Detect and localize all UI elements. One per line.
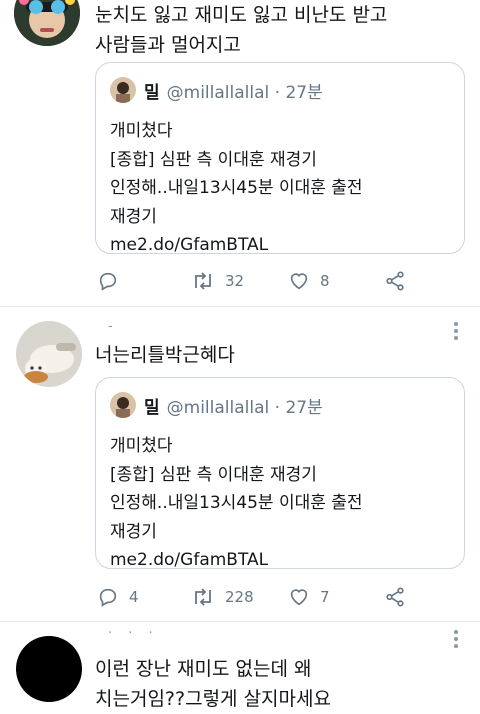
heart-icon: [290, 589, 308, 606]
retweet-button[interactable]: 32: [191, 267, 244, 295]
quoted-line: [종합] 심판 측 이대훈 재경기: [110, 464, 317, 485]
quoted-line: 재경기: [110, 206, 157, 227]
tweet-text-line: 치는거임??그렇게 살지마세요: [95, 688, 331, 710]
retweet-count: 228: [225, 588, 254, 606]
tweet-text-line: 너는리틀박근혜다: [95, 344, 235, 366]
share-icon: [386, 587, 404, 607]
share-button[interactable]: [384, 583, 406, 611]
share-button[interactable]: [384, 267, 406, 295]
quoted-tweet[interactable]: 밀 @millallallal · 27분 개미쳤다 [종합] 심판 측 이대훈…: [95, 62, 465, 255]
tweet-divider: [0, 306, 480, 307]
more-options-icon: [454, 630, 458, 634]
quoted-link[interactable]: me2.do/GfamBTAL: [110, 231, 363, 260]
quoted-line: 개미쳤다: [110, 121, 173, 141]
quoted-line: 인정해..내일13시45분 이대훈 출전: [110, 493, 363, 513]
avatar[interactable]: [16, 321, 82, 387]
tweet-text-line: 이런 장난 재미도 없는데 왜: [95, 658, 312, 680]
tweet-header-mark: · · ·: [108, 626, 159, 641]
tweet-actions: 4 228 7: [95, 583, 415, 611]
quoted-display-name: 밀: [144, 397, 160, 418]
like-count: 7: [320, 588, 330, 606]
quoted-link[interactable]: me2.do/GfamBTAL: [110, 546, 363, 575]
quoted-avatar: [110, 77, 136, 103]
tweet-header-mark: -: [108, 319, 113, 334]
reply-button[interactable]: 4: [97, 583, 139, 611]
more-dot: [454, 644, 458, 648]
quoted-tweet-body: 개미쳤다 [종합] 심판 측 이대훈 재경기 인정해..내일13시45분 이대훈…: [110, 117, 363, 260]
avatar[interactable]: [16, 636, 82, 702]
like-button[interactable]: 7: [288, 583, 330, 611]
tweet-text: 너는리틀박근혜다: [95, 340, 235, 370]
tweet-text: 눈치도 잃고 재미도 잃고 비난도 받고 사람들과 멀어지고: [95, 0, 387, 60]
quoted-avatar: [110, 392, 136, 418]
reply-count: 4: [129, 588, 139, 606]
more-options-icon: [454, 322, 458, 326]
more-options-button[interactable]: [454, 322, 458, 340]
tweet-actions: 32 8: [95, 267, 415, 295]
retweet-button[interactable]: 228: [191, 583, 254, 611]
quoted-handle: @millallallal · 27분: [166, 82, 323, 103]
avatar[interactable]: [14, 0, 80, 46]
more-dot: [454, 336, 458, 340]
reply-icon: [99, 588, 117, 607]
retweet-count: 32: [225, 272, 245, 290]
quoted-display-name: 밀: [144, 82, 160, 103]
quoted-tweet-header: 밀 @millallallal · 27분: [110, 77, 323, 103]
tweet-text-line: 사람들과 멀어지고: [95, 34, 241, 56]
quoted-tweet-header: 밀 @millallallal · 27분: [110, 392, 323, 418]
quoted-tweet[interactable]: 밀 @millallallal · 27분 개미쳤다 [종합] 심판 측 이대훈…: [95, 377, 465, 570]
more-options-button[interactable]: [454, 630, 458, 648]
more-dot: [454, 329, 458, 333]
tweet-text: 이런 장난 재미도 없는데 왜 치는거임??그렇게 살지마세요: [95, 654, 331, 714]
like-button[interactable]: 8: [288, 267, 330, 295]
tweet-divider: [0, 621, 480, 622]
more-dot: [454, 637, 458, 641]
heart-icon: [290, 273, 308, 290]
retweet-icon: [195, 588, 211, 606]
tweet-text-line: 눈치도 잃고 재미도 잃고 비난도 받고: [95, 4, 388, 26]
like-count: 8: [320, 272, 330, 290]
quoted-handle: @millallallal · 27분: [166, 397, 323, 418]
quoted-tweet-body: 개미쳤다 [종합] 심판 측 이대훈 재경기 인정해..내일13시45분 이대훈…: [110, 432, 363, 575]
quoted-line: [종합] 심판 측 이대훈 재경기: [110, 149, 317, 170]
quoted-line: 재경기: [110, 521, 157, 542]
reply-icon: [99, 272, 117, 291]
quoted-line: 개미쳤다: [110, 436, 173, 456]
share-icon: [386, 271, 404, 291]
retweet-icon: [195, 272, 211, 290]
reply-button[interactable]: [97, 267, 129, 295]
quoted-line: 인정해..내일13시45분 이대훈 출전: [110, 178, 363, 198]
